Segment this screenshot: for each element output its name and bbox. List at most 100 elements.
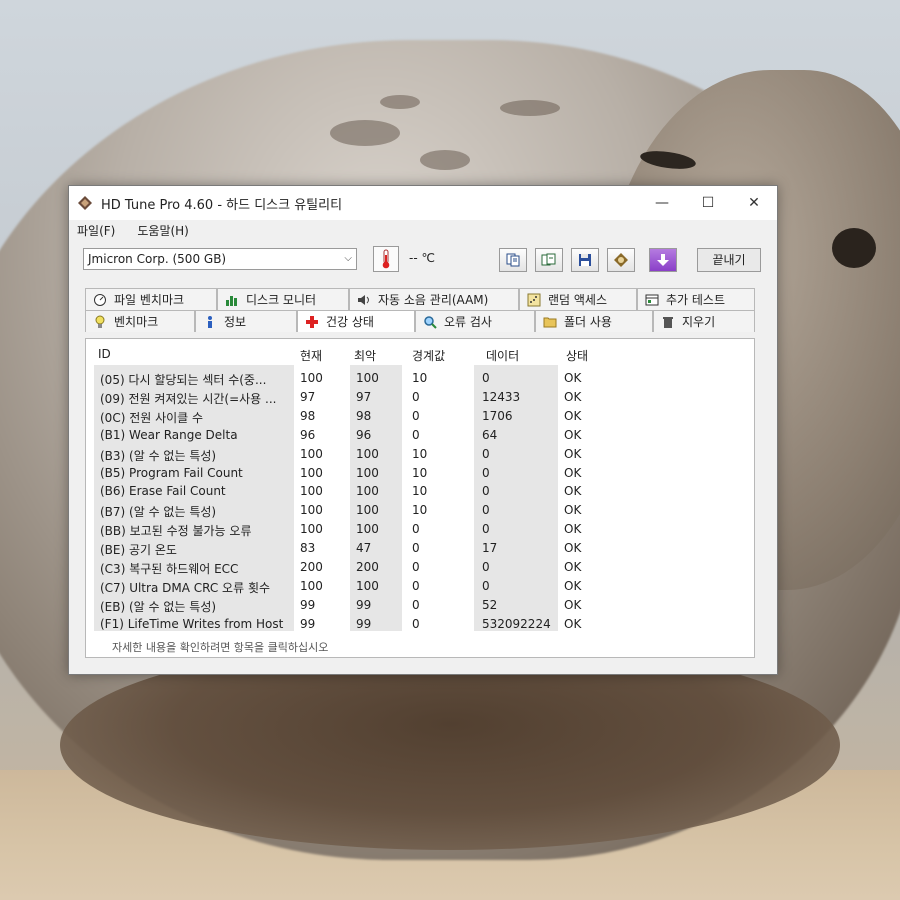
table-cell[interactable]: 10 — [412, 466, 427, 480]
close-button[interactable]: ✕ — [731, 186, 777, 220]
table-cell[interactable]: 0 — [412, 390, 420, 404]
table-cell[interactable]: 100 — [300, 371, 323, 385]
table-cell[interactable]: 0 — [412, 560, 420, 574]
options-button[interactable] — [607, 248, 635, 272]
table-cell[interactable]: 97 — [356, 390, 371, 404]
table-cell[interactable]: 100 — [356, 371, 379, 385]
table-cell-attribute[interactable]: (B5) Program Fail Count — [100, 466, 243, 480]
tab-random-access[interactable]: 랜덤 액세스 — [519, 288, 637, 310]
tab-info[interactable]: 정보 — [195, 310, 297, 332]
smart-table[interactable]: ID 현재 최악 경계값 데이터 상태 (05) 다시 할당되는 섹터 수(중.… — [94, 343, 744, 631]
tab-error-scan[interactable]: 오류 검사 — [415, 310, 535, 332]
column-header-worst[interactable]: 최악 — [354, 347, 376, 364]
table-cell[interactable]: 100 — [300, 503, 323, 517]
table-cell[interactable]: 97 — [300, 390, 315, 404]
table-cell[interactable]: 200 — [356, 560, 379, 574]
table-cell[interactable]: 99 — [300, 617, 315, 631]
table-cell[interactable]: 1706 — [482, 409, 513, 423]
table-cell[interactable]: 100 — [300, 579, 323, 593]
table-cell[interactable]: 64 — [482, 428, 497, 442]
table-cell[interactable]: 0 — [412, 428, 420, 442]
table-cell[interactable]: OK — [564, 598, 581, 612]
tab-aam[interactable]: 자동 소음 관리(AAM) — [349, 288, 519, 310]
table-cell[interactable]: 0 — [482, 522, 490, 536]
copy-all-button[interactable] — [535, 248, 563, 272]
tab-erase[interactable]: 지우기 — [653, 310, 755, 332]
table-cell[interactable]: 10 — [412, 503, 427, 517]
table-cell[interactable]: 99 — [356, 617, 371, 631]
column-header-status[interactable]: 상태 — [566, 347, 588, 364]
menu-help[interactable]: 도움말(H) — [137, 222, 189, 239]
table-cell[interactable]: 200 — [300, 560, 323, 574]
drive-select[interactable]: Jmicron Corp. (500 GB) ⌵ — [83, 248, 357, 270]
table-cell[interactable]: 0 — [482, 466, 490, 480]
table-cell[interactable]: OK — [564, 447, 581, 461]
tab-disk-monitor[interactable]: 디스크 모니터 — [217, 288, 349, 310]
table-cell-attribute[interactable]: (C7) Ultra DMA CRC 오류 횟수 — [100, 579, 270, 596]
table-cell[interactable]: 83 — [300, 541, 315, 555]
tab-health[interactable]: 건강 상태 — [297, 310, 415, 332]
table-cell[interactable]: OK — [564, 371, 581, 385]
table-cell[interactable]: 47 — [356, 541, 371, 555]
table-cell[interactable]: OK — [564, 428, 581, 442]
table-cell-attribute[interactable]: (05) 다시 할당되는 섹터 수(중... — [100, 371, 266, 388]
table-cell-attribute[interactable]: (F1) LifeTime Writes from Host — [100, 617, 283, 631]
table-cell[interactable]: 100 — [356, 466, 379, 480]
table-cell[interactable]: 96 — [300, 428, 315, 442]
table-cell[interactable]: 0 — [482, 579, 490, 593]
table-cell[interactable]: 17 — [482, 541, 497, 555]
table-cell[interactable]: 98 — [300, 409, 315, 423]
table-cell[interactable]: 100 — [356, 503, 379, 517]
table-cell[interactable]: 0 — [412, 541, 420, 555]
table-cell-attribute[interactable]: (B6) Erase Fail Count — [100, 484, 226, 498]
save-button[interactable] — [571, 248, 599, 272]
tab-extra-tests[interactable]: 추가 테스트 — [637, 288, 755, 310]
table-cell-attribute[interactable]: (EB) (알 수 없는 특성) — [100, 598, 216, 615]
tab-file-benchmark[interactable]: 파일 벤치마크 — [85, 288, 217, 310]
table-cell[interactable]: OK — [564, 560, 581, 574]
table-cell[interactable]: 0 — [482, 484, 490, 498]
table-cell[interactable]: 98 — [356, 409, 371, 423]
table-cell[interactable]: 0 — [482, 371, 490, 385]
table-cell[interactable]: OK — [564, 409, 581, 423]
table-cell[interactable]: OK — [564, 390, 581, 404]
table-cell[interactable]: 99 — [300, 598, 315, 612]
table-cell[interactable]: OK — [564, 466, 581, 480]
table-cell[interactable]: 10 — [412, 447, 427, 461]
table-cell-attribute[interactable]: (09) 전원 켜져있는 시간(=사용 ... — [100, 390, 276, 407]
table-cell[interactable]: 99 — [356, 598, 371, 612]
table-cell[interactable]: 100 — [300, 466, 323, 480]
table-cell-attribute[interactable]: (B7) (알 수 없는 특성) — [100, 503, 216, 520]
table-cell[interactable]: 0 — [482, 447, 490, 461]
table-cell[interactable]: 100 — [300, 484, 323, 498]
table-cell[interactable]: 0 — [482, 560, 490, 574]
table-cell-attribute[interactable]: (B3) (알 수 없는 특성) — [100, 447, 216, 464]
table-cell-attribute[interactable]: (B1) Wear Range Delta — [100, 428, 238, 442]
tab-benchmark[interactable]: 벤치마크 — [85, 310, 195, 332]
maximize-button[interactable]: ☐ — [685, 186, 731, 220]
table-cell[interactable]: 10 — [412, 484, 427, 498]
table-cell[interactable]: 0 — [482, 503, 490, 517]
table-cell[interactable]: 12433 — [482, 390, 520, 404]
exit-button[interactable]: 끝내기 — [697, 248, 761, 272]
table-cell[interactable]: 532092224 — [482, 617, 551, 631]
menu-file[interactable]: 파일(F) — [77, 222, 115, 239]
table-cell-attribute[interactable]: (BB) 보고된 수정 불가능 오류 — [100, 522, 252, 539]
table-cell-attribute[interactable]: (0C) 전원 사이클 수 — [100, 409, 203, 426]
table-cell[interactable]: 0 — [412, 579, 420, 593]
table-cell[interactable]: OK — [564, 484, 581, 498]
table-cell[interactable]: 10 — [412, 371, 427, 385]
table-cell-attribute[interactable]: (C3) 복구된 하드웨어 ECC — [100, 560, 238, 577]
table-cell[interactable]: 100 — [356, 579, 379, 593]
download-button[interactable] — [649, 248, 677, 272]
table-cell[interactable]: 100 — [356, 447, 379, 461]
table-cell-attribute[interactable]: (BE) 공기 온도 — [100, 541, 177, 558]
column-header-data[interactable]: 데이터 — [486, 347, 519, 364]
column-header-threshold[interactable]: 경계값 — [412, 347, 445, 364]
table-cell[interactable]: 0 — [412, 409, 420, 423]
table-cell[interactable]: OK — [564, 579, 581, 593]
table-cell[interactable]: 0 — [412, 522, 420, 536]
copy-info-button[interactable] — [499, 248, 527, 272]
table-cell[interactable]: 96 — [356, 428, 371, 442]
table-cell[interactable]: 52 — [482, 598, 497, 612]
